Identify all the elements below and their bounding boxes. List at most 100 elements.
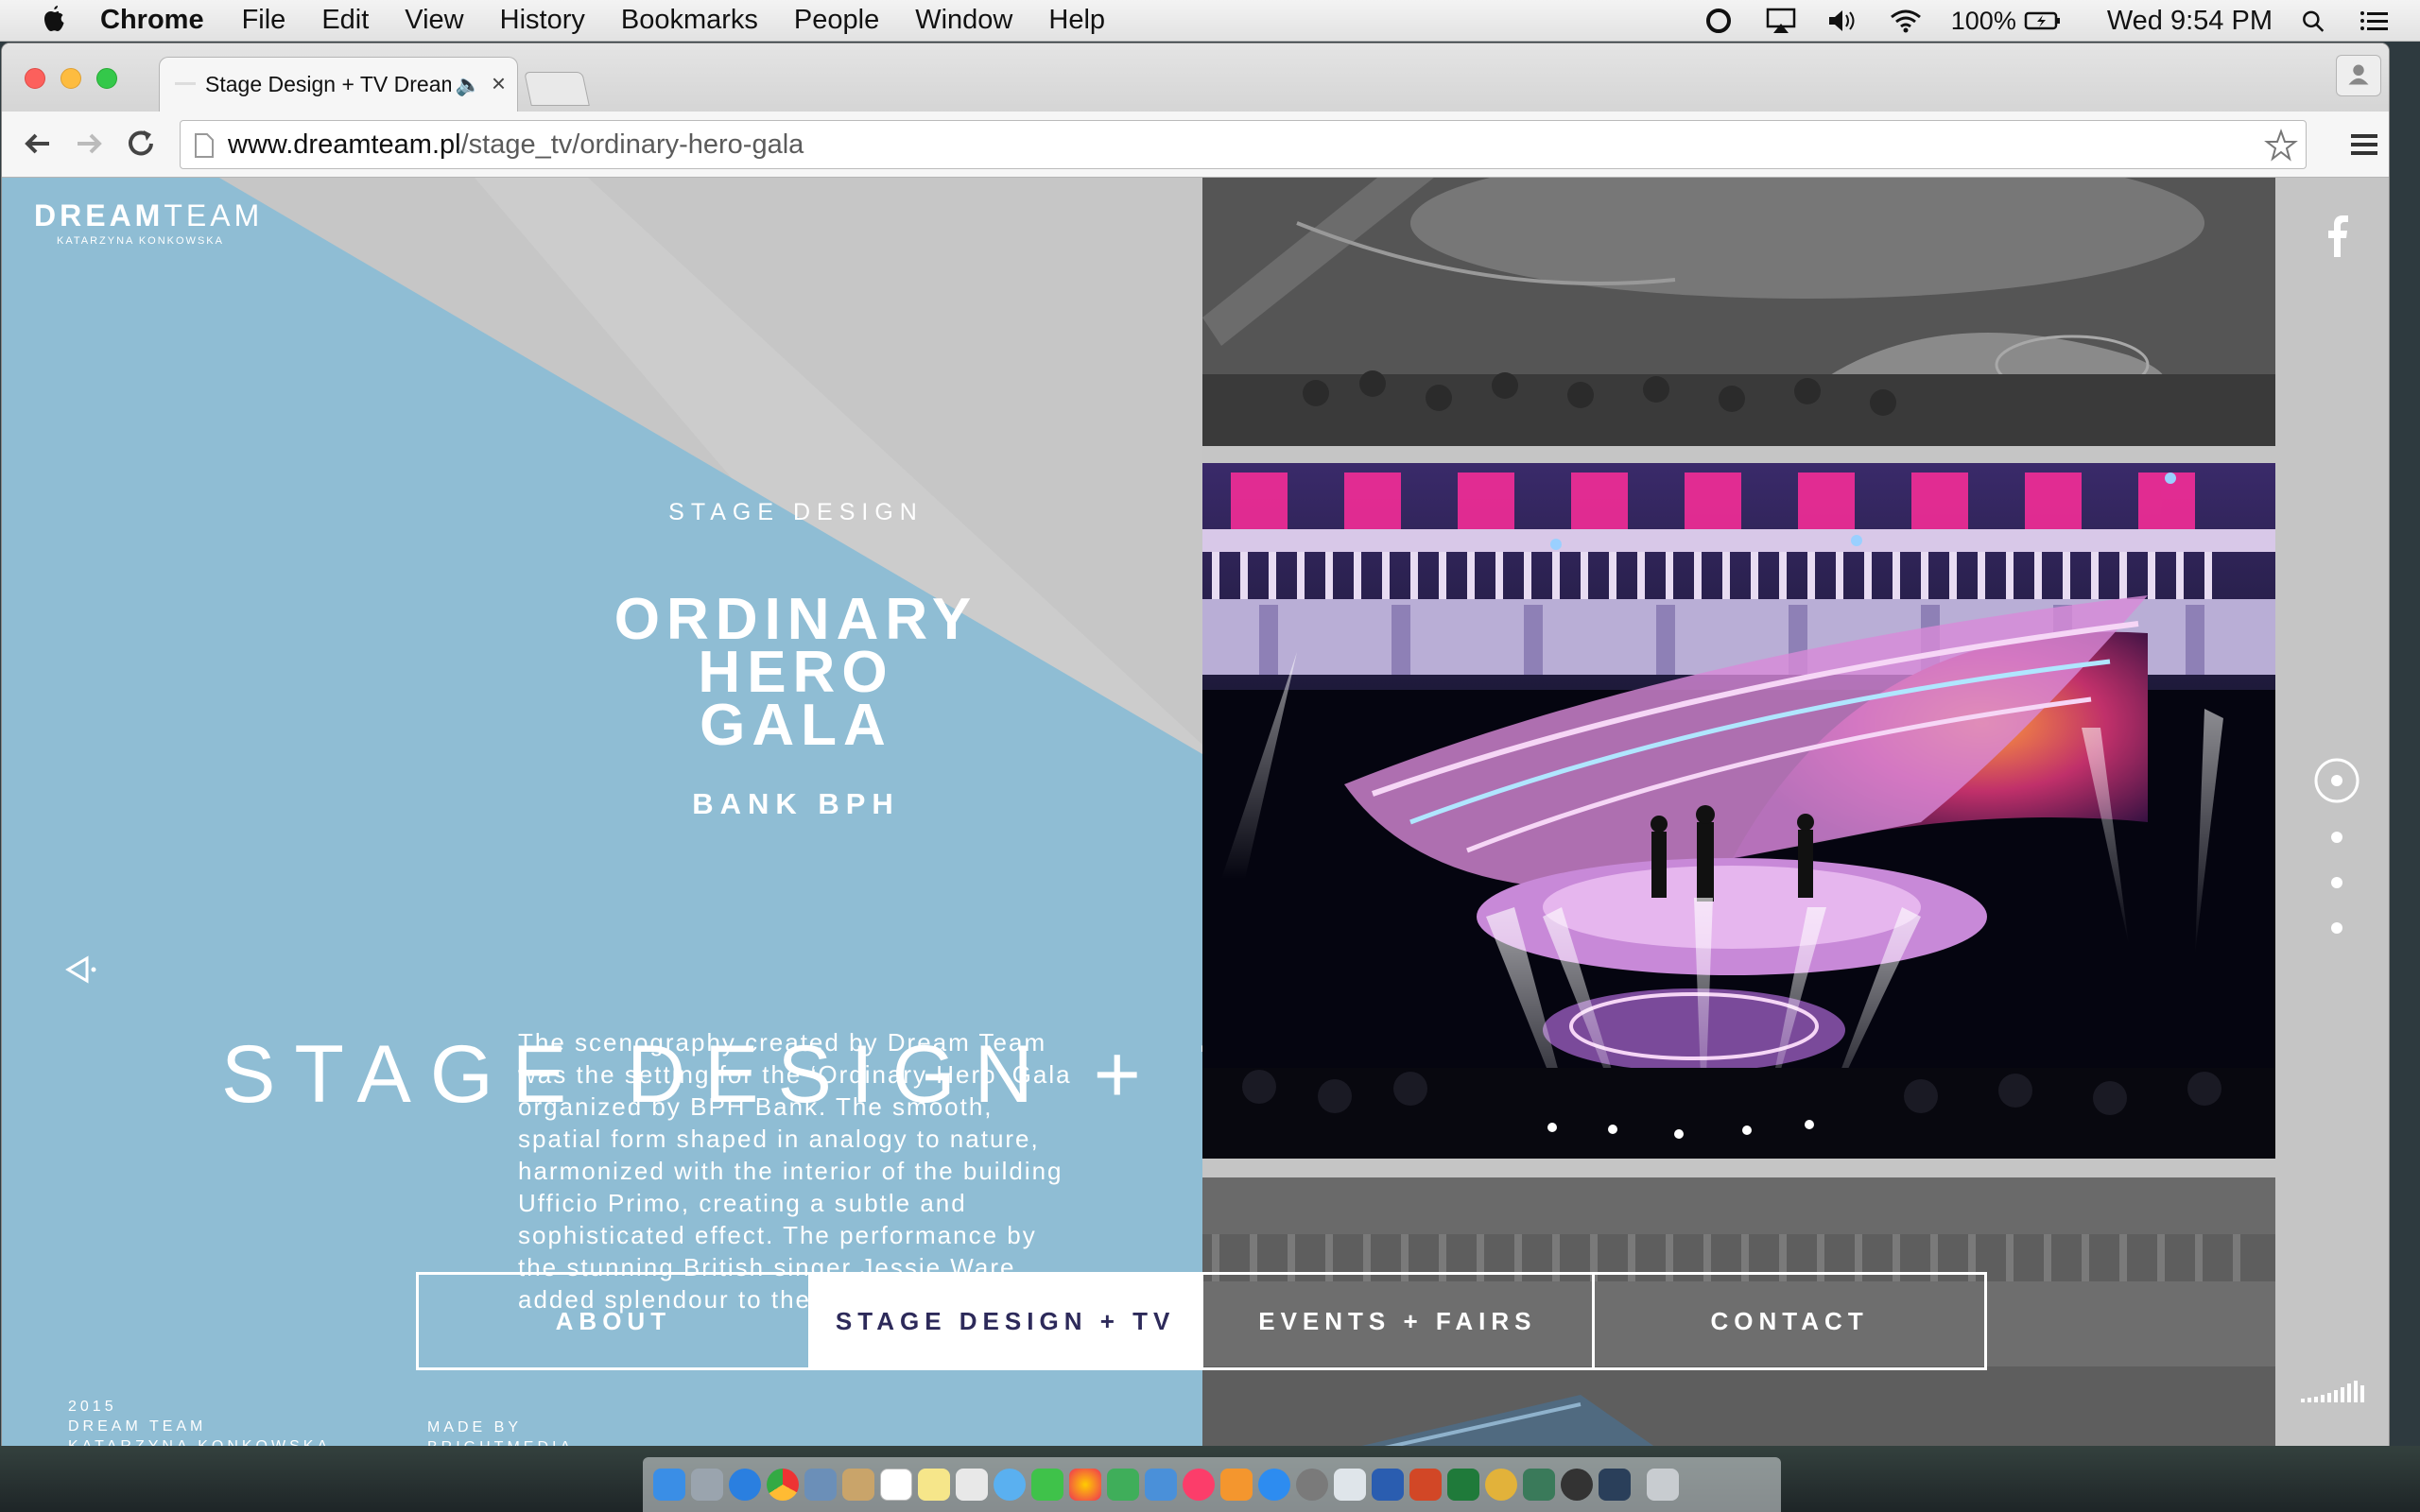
reload-icon[interactable] — [123, 125, 161, 163]
person-icon — [2348, 64, 2369, 85]
audio-playing-icon[interactable]: 🔈 — [456, 73, 481, 97]
menu-file[interactable]: File — [242, 5, 286, 36]
tab-close-icon[interactable]: × — [492, 69, 506, 98]
numbers-icon[interactable] — [1107, 1469, 1139, 1501]
zoom-window-button[interactable] — [96, 68, 117, 89]
keynote-icon[interactable] — [1145, 1469, 1177, 1501]
menu-window[interactable]: Window — [915, 5, 1012, 36]
itunes-icon[interactable] — [1183, 1469, 1215, 1501]
notes-icon[interactable] — [918, 1469, 950, 1501]
help-icon[interactable] — [1334, 1469, 1366, 1501]
main-navigation: ABOUT STAGE DESIGN + TV EVENTS + FAIRS C… — [416, 1272, 1987, 1370]
slide-dot-4[interactable] — [2331, 922, 2342, 934]
clock[interactable]: Wed 9:54 PM — [2107, 6, 2273, 37]
menu-help[interactable]: Help — [1048, 5, 1105, 36]
powerpoint-icon[interactable] — [1409, 1469, 1442, 1501]
ordinary-hero-gala-stage-photo — [1202, 463, 2275, 1159]
gallery-photo-active[interactable] — [1202, 463, 2275, 1159]
sound-toggle-icon[interactable] — [2301, 1378, 2369, 1402]
menu-view[interactable]: View — [405, 5, 463, 36]
page-icon — [195, 133, 214, 158]
tab-strip: Stage Design + TV Dream 🔈 × — [2, 43, 2389, 112]
made-by-company: BRIGHTMEDIA — [427, 1437, 574, 1446]
menu-bookmarks[interactable]: Bookmarks — [621, 5, 758, 36]
minimize-window-button[interactable] — [60, 68, 81, 89]
nav-about[interactable]: ABOUT — [419, 1275, 811, 1367]
calendar-icon[interactable] — [880, 1469, 912, 1501]
tab-title: Stage Design + TV Dream — [205, 72, 451, 96]
footer-credits: 2015 DREAM TEAM KATARZYNA KONKOWSKA — [68, 1397, 331, 1446]
ibooks-icon[interactable] — [1220, 1469, 1253, 1501]
project-title: ORDINARY HERO GALA — [614, 587, 978, 758]
nav-stage-design-tv[interactable]: STAGE DESIGN + TV — [810, 1275, 1203, 1367]
menu-people[interactable]: People — [794, 5, 879, 36]
previous-arrow-icon[interactable] — [62, 951, 100, 988]
contacts-icon[interactable] — [842, 1469, 874, 1501]
system-preferences-icon[interactable] — [1296, 1469, 1328, 1501]
made-by-label: MADE BY — [427, 1419, 523, 1435]
profile-button[interactable] — [2336, 55, 2381, 96]
chrome-icon[interactable] — [767, 1469, 799, 1501]
new-tab-button[interactable] — [524, 72, 590, 106]
mac-menubar: Chrome File Edit View History Bookmarks … — [0, 0, 2420, 42]
launchpad-icon[interactable] — [691, 1469, 723, 1501]
project-info-panel: DREAMTEAM KATARZYNA KONKOWSKA STAGE DESI… — [2, 178, 1202, 1446]
slide-pagination — [2312, 756, 2361, 964]
wifi-icon[interactable] — [1889, 8, 1923, 34]
page-viewport: DREAMTEAM KATARZYNA KONKOWSKA STAGE DESI… — [2, 178, 2389, 1446]
app-menu-chrome[interactable]: Chrome — [100, 5, 204, 36]
chrome-menu-icon[interactable] — [2351, 132, 2377, 157]
facebook-icon[interactable] — [2325, 215, 2349, 257]
browser-toolbar: www.dreamteam.pl/stage_tv/ordinary-hero-… — [2, 112, 2389, 178]
terminal-icon[interactable] — [1599, 1469, 1631, 1501]
slide-dot-2[interactable] — [2331, 832, 2342, 843]
app-store-icon[interactable] — [1258, 1469, 1290, 1501]
dreamteam-logo[interactable]: DREAMTEAM KATARZYNA KONKOWSKA — [34, 198, 263, 247]
footer-year: 2015 — [68, 1399, 117, 1415]
made-by-link[interactable]: MADE BY BRIGHTMEDIA — [427, 1418, 574, 1446]
logo-light-text: TEAM — [164, 198, 264, 232]
battery-icon[interactable] — [2024, 8, 2062, 34]
back-arrow-icon[interactable] — [19, 125, 57, 163]
logo-bold-text: DREAM — [34, 198, 164, 232]
finder-icon[interactable] — [653, 1469, 685, 1501]
creative-cloud-icon[interactable] — [1702, 8, 1736, 34]
gallery-photo-previous[interactable] — [1202, 178, 2275, 446]
photos-icon[interactable] — [1069, 1469, 1101, 1501]
safari-icon[interactable] — [729, 1469, 761, 1501]
favicon-icon — [175, 82, 196, 85]
project-category: STAGE DESIGN — [668, 499, 924, 525]
chrome-window: Stage Design + TV Dream 🔈 × www.dreamtea… — [2, 43, 2389, 1446]
outlook-icon[interactable] — [1485, 1469, 1517, 1501]
logo-subtitle: KATARZYNA KONKOWSKA — [57, 235, 224, 247]
menu-history[interactable]: History — [500, 5, 585, 36]
menu-edit[interactable]: Edit — [321, 5, 369, 36]
apple-menu-icon[interactable] — [40, 5, 68, 36]
address-bar[interactable]: www.dreamteam.pl/stage_tv/ordinary-hero-… — [180, 120, 2307, 169]
active-slide-indicator[interactable] — [2312, 756, 2361, 805]
slide-dot-3[interactable] — [2331, 877, 2342, 888]
volume-icon[interactable] — [1826, 8, 1860, 34]
facetime-icon[interactable] — [1031, 1469, 1063, 1501]
trash-icon[interactable] — [1647, 1469, 1679, 1501]
messages-icon[interactable] — [994, 1469, 1026, 1501]
notification-center-icon[interactable] — [2358, 8, 2392, 34]
footer-company: DREAM TEAM — [68, 1418, 207, 1435]
forward-arrow-icon[interactable] — [70, 125, 108, 163]
nav-contact[interactable]: CONTACT — [1595, 1275, 1984, 1367]
project-client: BANK BPH — [692, 787, 900, 820]
github-icon[interactable] — [1561, 1469, 1593, 1501]
url-host: www.dreamteam.pl — [228, 129, 461, 160]
preview-icon[interactable] — [804, 1469, 837, 1501]
nav-events-fairs[interactable]: EVENTS + FAIRS — [1203, 1275, 1596, 1367]
tab-stage-design[interactable]: Stage Design + TV Dream 🔈 × — [159, 57, 518, 112]
word-icon[interactable] — [1372, 1469, 1404, 1501]
spotlight-search-icon[interactable] — [2301, 8, 2329, 34]
airplay-icon[interactable] — [1764, 8, 1798, 34]
battery-percent: 100% — [1950, 6, 2016, 35]
close-window-button[interactable] — [25, 68, 45, 89]
sourcetree-icon[interactable] — [1523, 1469, 1555, 1501]
reminders-icon[interactable] — [956, 1469, 988, 1501]
bookmark-star-icon[interactable] — [2264, 129, 2298, 163]
excel-icon[interactable] — [1447, 1469, 1479, 1501]
